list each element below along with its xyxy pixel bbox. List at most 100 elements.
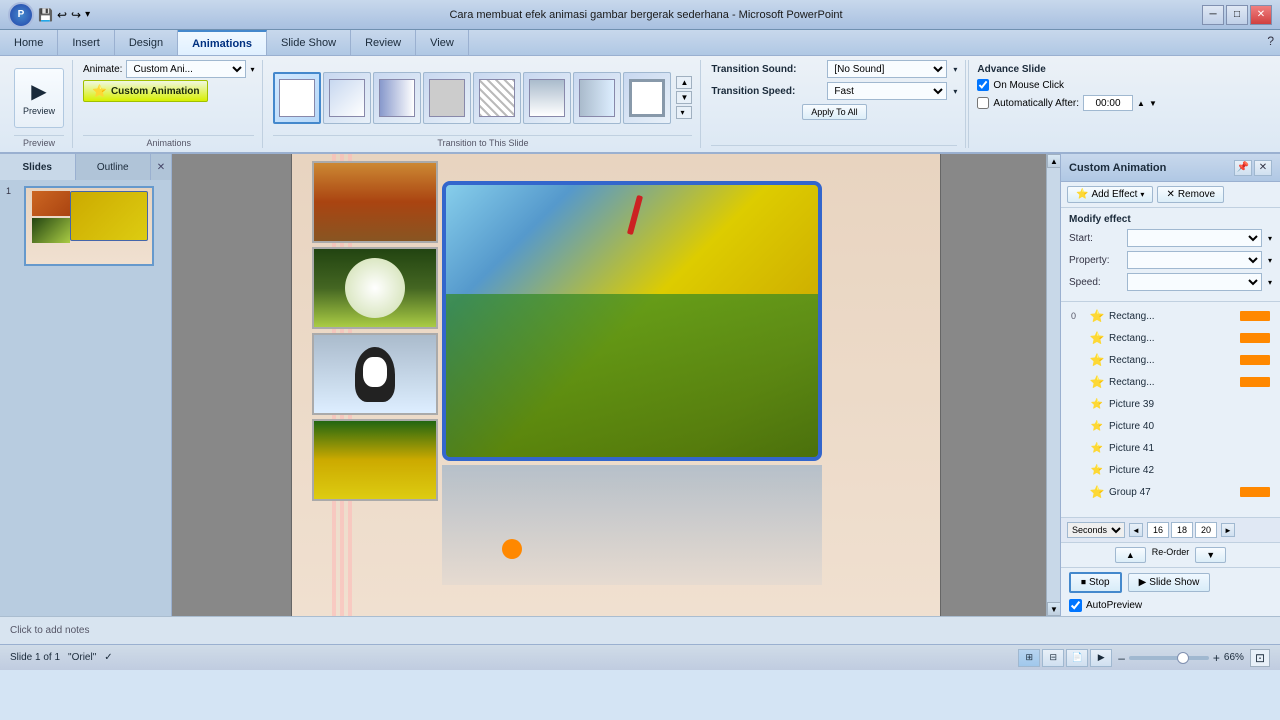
thumb-flower[interactable]: [312, 247, 438, 329]
animate-select[interactable]: Custom Ani...: [126, 60, 246, 78]
sorter-view-btn[interactable]: ⊟: [1042, 649, 1064, 667]
timeline-prev[interactable]: ◄: [1129, 523, 1143, 537]
scroll-track[interactable]: [1047, 168, 1060, 602]
normal-view-btn[interactable]: ⊞: [1018, 649, 1040, 667]
anim-panel-pin[interactable]: 📌: [1234, 160, 1252, 176]
trans-4[interactable]: [473, 72, 521, 124]
scroll-down-btn[interactable]: ▼: [1047, 602, 1060, 616]
autopreview-checkbox[interactable]: [1069, 599, 1082, 612]
minimize-btn[interactable]: ─: [1202, 5, 1224, 25]
thumbnails-column: [312, 161, 442, 501]
speed-select[interactable]: [1127, 273, 1262, 291]
slide-panel-close[interactable]: ✕: [151, 154, 171, 180]
custom-animation-btn[interactable]: ⭐ Custom Animation: [83, 80, 208, 102]
tab-view[interactable]: View: [416, 30, 469, 55]
time-up-btn[interactable]: ▲: [1137, 99, 1145, 108]
on-mouse-click-checkbox[interactable]: [977, 79, 989, 91]
animation-dot: [502, 539, 522, 559]
scroll-up-btn[interactable]: ▲: [1047, 154, 1060, 168]
modify-title: Modify effect: [1069, 214, 1272, 225]
start-select[interactable]: [1127, 229, 1262, 247]
slide-show-btn[interactable]: ▶ Slide Show: [1128, 573, 1211, 592]
timeline-num-20: 20: [1195, 522, 1217, 538]
ribbon-content: ▶ Preview Preview Animate: Custom Ani...…: [0, 56, 1280, 152]
auto-after-checkbox[interactable]: [977, 97, 989, 109]
close-btn[interactable]: ✕: [1250, 5, 1272, 25]
zoom-out-btn[interactable]: –: [1118, 651, 1125, 665]
zoom-slider[interactable]: [1129, 656, 1209, 660]
auto-after-input[interactable]: [1083, 95, 1133, 111]
trans-sound-select[interactable]: [No Sound]: [827, 60, 947, 78]
thumb-tulip[interactable]: [312, 419, 438, 501]
reorder-down-btn[interactable]: ▼: [1195, 547, 1226, 563]
sound-dropdown-icon: ▾: [953, 65, 957, 74]
zoom-in-btn[interactable]: +: [1213, 651, 1220, 665]
trans-speed-select[interactable]: Fast: [827, 82, 947, 100]
timeline-next[interactable]: ►: [1221, 523, 1235, 537]
property-select[interactable]: [1127, 251, 1262, 269]
notes-bar[interactable]: Click to add notes: [0, 616, 1280, 644]
timeline-unit-select[interactable]: Seconds: [1067, 522, 1125, 538]
main-image[interactable]: [442, 181, 822, 461]
trans-3[interactable]: [423, 72, 471, 124]
remove-btn[interactable]: ✕ Remove: [1157, 186, 1224, 203]
anim-item-0[interactable]: 0 ⭐ Rectang...: [1067, 306, 1274, 326]
trans-scroll-down[interactable]: ▼: [676, 91, 692, 104]
app-logo: P: [8, 2, 34, 28]
green-star-5: ⭐: [1089, 418, 1105, 434]
maximize-btn[interactable]: □: [1226, 5, 1248, 25]
thumb-desert[interactable]: [312, 161, 438, 243]
anim-item-6[interactable]: ⭐ Picture 41: [1067, 438, 1274, 458]
trans-scroll-more[interactable]: ▾: [676, 106, 692, 119]
stop-btn[interactable]: ⏹ Stop: [1069, 572, 1122, 593]
anim-item-2[interactable]: ⭐ Rectang...: [1067, 350, 1274, 370]
outline-tab[interactable]: Outline: [76, 154, 152, 180]
anim-item-8[interactable]: ⭐ Group 47: [1067, 482, 1274, 502]
window-title: Cara membuat efek animasi gambar bergera…: [90, 9, 1202, 21]
reading-view-btn[interactable]: 📄: [1066, 649, 1088, 667]
slides-tab[interactable]: Slides: [0, 154, 76, 180]
trans-1[interactable]: [323, 72, 371, 124]
tab-slideshow[interactable]: Slide Show: [267, 30, 351, 55]
trans-6[interactable]: [573, 72, 621, 124]
slide-thumb-1[interactable]: [24, 186, 154, 266]
speed-label: Speed:: [1069, 277, 1121, 288]
trans-2[interactable]: [373, 72, 421, 124]
save-btn[interactable]: 💾: [38, 8, 53, 22]
green-star-7: ⭐: [1089, 462, 1105, 478]
reorder-up-btn[interactable]: ▲: [1115, 547, 1146, 563]
slide-canvas: [291, 154, 941, 616]
anim-item-4[interactable]: ⭐ Picture 39: [1067, 394, 1274, 414]
anim-item-3[interactable]: ⭐ Rectang...: [1067, 372, 1274, 392]
trans-7[interactable]: [623, 72, 671, 124]
trans-scroll-up[interactable]: ▲: [676, 76, 692, 89]
slideshow-view-btn[interactable]: ▶: [1090, 649, 1112, 667]
trans-none[interactable]: [273, 72, 321, 124]
tab-design[interactable]: Design: [115, 30, 178, 55]
thumb-penguin[interactable]: [312, 333, 438, 415]
add-effect-btn[interactable]: ⭐ Add Effect ▾: [1067, 186, 1153, 203]
anim-item-5[interactable]: ⭐ Picture 40: [1067, 416, 1274, 436]
apply-to-all-btn[interactable]: Apply To All: [802, 104, 866, 120]
anim-item-1[interactable]: ⭐ Rectang...: [1067, 328, 1274, 348]
advance-slide-section: Advance Slide On Mouse Click Automatical…: [968, 60, 1164, 148]
speed-dropdown-icon: ▾: [1268, 278, 1272, 287]
advance-title: Advance Slide: [977, 64, 1156, 75]
anim-panel-title: Custom Animation: [1069, 162, 1166, 174]
star-icon-1: ⭐: [1089, 330, 1105, 346]
ribbon-group-preview: ▶ Preview Preview: [6, 60, 73, 148]
tab-review[interactable]: Review: [351, 30, 416, 55]
anim-item-7[interactable]: ⭐ Picture 42: [1067, 460, 1274, 480]
time-down-btn[interactable]: ▼: [1149, 99, 1157, 108]
preview-btn[interactable]: ▶ Preview: [14, 68, 64, 128]
remove-icon: ✕: [1166, 189, 1174, 200]
tab-insert[interactable]: Insert: [58, 30, 115, 55]
redo-btn[interactable]: ↪: [71, 8, 81, 22]
trans-5[interactable]: [523, 72, 571, 124]
timeline-num-18: 18: [1171, 522, 1193, 538]
tab-home[interactable]: Home: [0, 30, 58, 55]
tab-animations[interactable]: Animations: [178, 30, 267, 55]
fit-page-btn[interactable]: ⊡: [1250, 649, 1270, 667]
undo-btn[interactable]: ↩: [57, 8, 67, 22]
anim-panel-close[interactable]: ✕: [1254, 160, 1272, 176]
